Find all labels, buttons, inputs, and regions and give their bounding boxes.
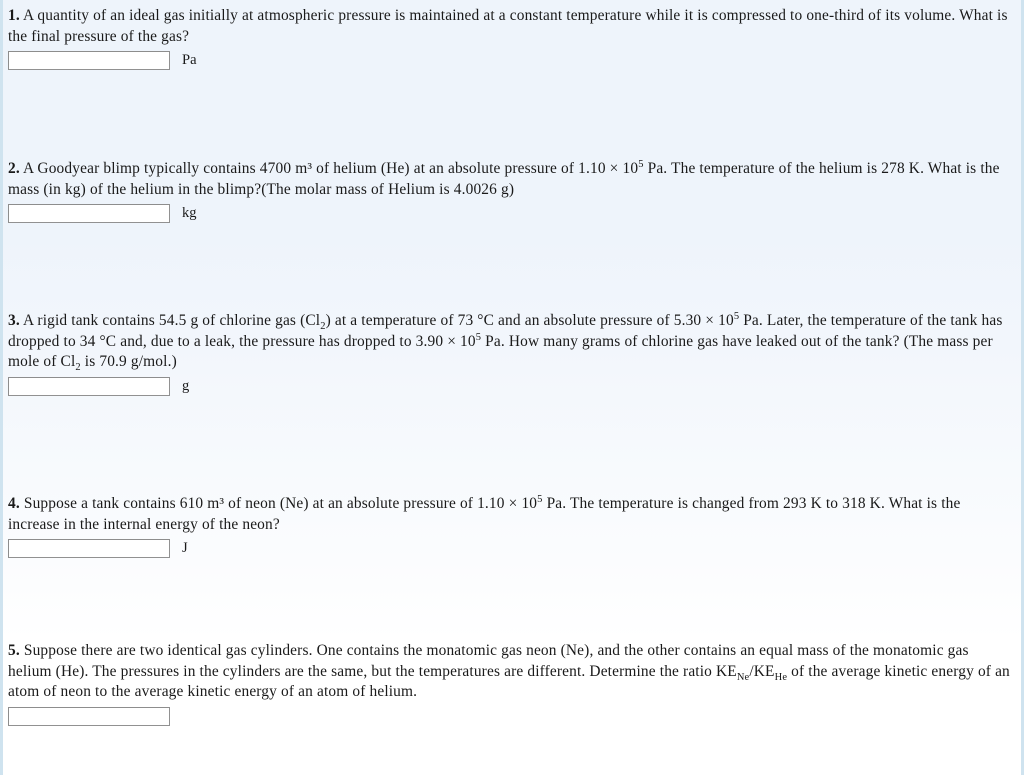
question-block-4: 4. Suppose a tank contains 610 m³ of neo… — [8, 494, 1016, 559]
question-2-answer-input[interactable] — [8, 204, 170, 224]
question-2-body-part-1: A Goodyear blimp typically contains 4700… — [19, 160, 639, 177]
question-4-unit-label: J — [182, 540, 188, 557]
question-3-text: 3. A rigid tank contains 54.5 g of chlor… — [8, 311, 1016, 373]
worksheet-page: 1. A quantity of an ideal gas initially … — [0, 0, 1024, 775]
question-5-number: 5. — [8, 642, 20, 659]
question-3-body-part-2: ) at a temperature of 73 °C and an absol… — [325, 312, 734, 329]
question-3-number: 3. — [8, 312, 20, 329]
question-1-text: 1. A quantity of an ideal gas initially … — [8, 6, 1016, 47]
question-5-answer-row — [8, 706, 1016, 726]
question-3-answer-row: g — [8, 376, 1016, 396]
question-5-text: 5. Suppose there are two identical gas c… — [8, 641, 1016, 703]
question-4-answer-row: J — [8, 539, 1016, 559]
question-2-unit-label: kg — [182, 205, 197, 222]
question-2-answer-row: kg — [8, 204, 1016, 224]
question-1-answer-input[interactable] — [8, 51, 170, 71]
question-block-2: 2. A Goodyear blimp typically contains 4… — [8, 159, 1016, 224]
question-block-1: 1. A quantity of an ideal gas initially … — [8, 6, 1016, 71]
question-1-number: 1. — [8, 7, 20, 24]
question-5-subscript-2: He — [774, 671, 788, 683]
question-4-text: 4. Suppose a tank contains 610 m³ of neo… — [8, 494, 1016, 535]
question-3-answer-input[interactable] — [8, 376, 170, 396]
question-3-body-part-5: is 70.9 g/mol.) — [80, 353, 177, 371]
question-4-answer-input[interactable] — [8, 539, 170, 559]
question-4-body-part-1: Suppose a tank contains 610 m³ of neon (… — [19, 495, 538, 512]
question-block-3: 3. A rigid tank contains 54.5 g of chlor… — [8, 311, 1016, 396]
question-1-body: A quantity of an ideal gas initially at … — [8, 7, 1008, 45]
question-5-subscript-1: Ne — [736, 671, 750, 683]
question-block-5: 5. Suppose there are two identical gas c… — [8, 641, 1016, 726]
question-1-answer-row: Pa — [8, 51, 1016, 71]
question-5-answer-input[interactable] — [8, 706, 170, 726]
question-2-number: 2. — [8, 160, 20, 177]
question-3-body-part-1: A rigid tank contains 54.5 g of chlorine… — [19, 312, 321, 329]
question-4-number: 4. — [8, 495, 20, 512]
question-1-unit-label: Pa — [182, 52, 197, 69]
question-5-body-part-2: /KE — [749, 662, 775, 680]
question-3-unit-label: g — [182, 377, 190, 394]
question-2-text: 2. A Goodyear blimp typically contains 4… — [8, 159, 1016, 200]
